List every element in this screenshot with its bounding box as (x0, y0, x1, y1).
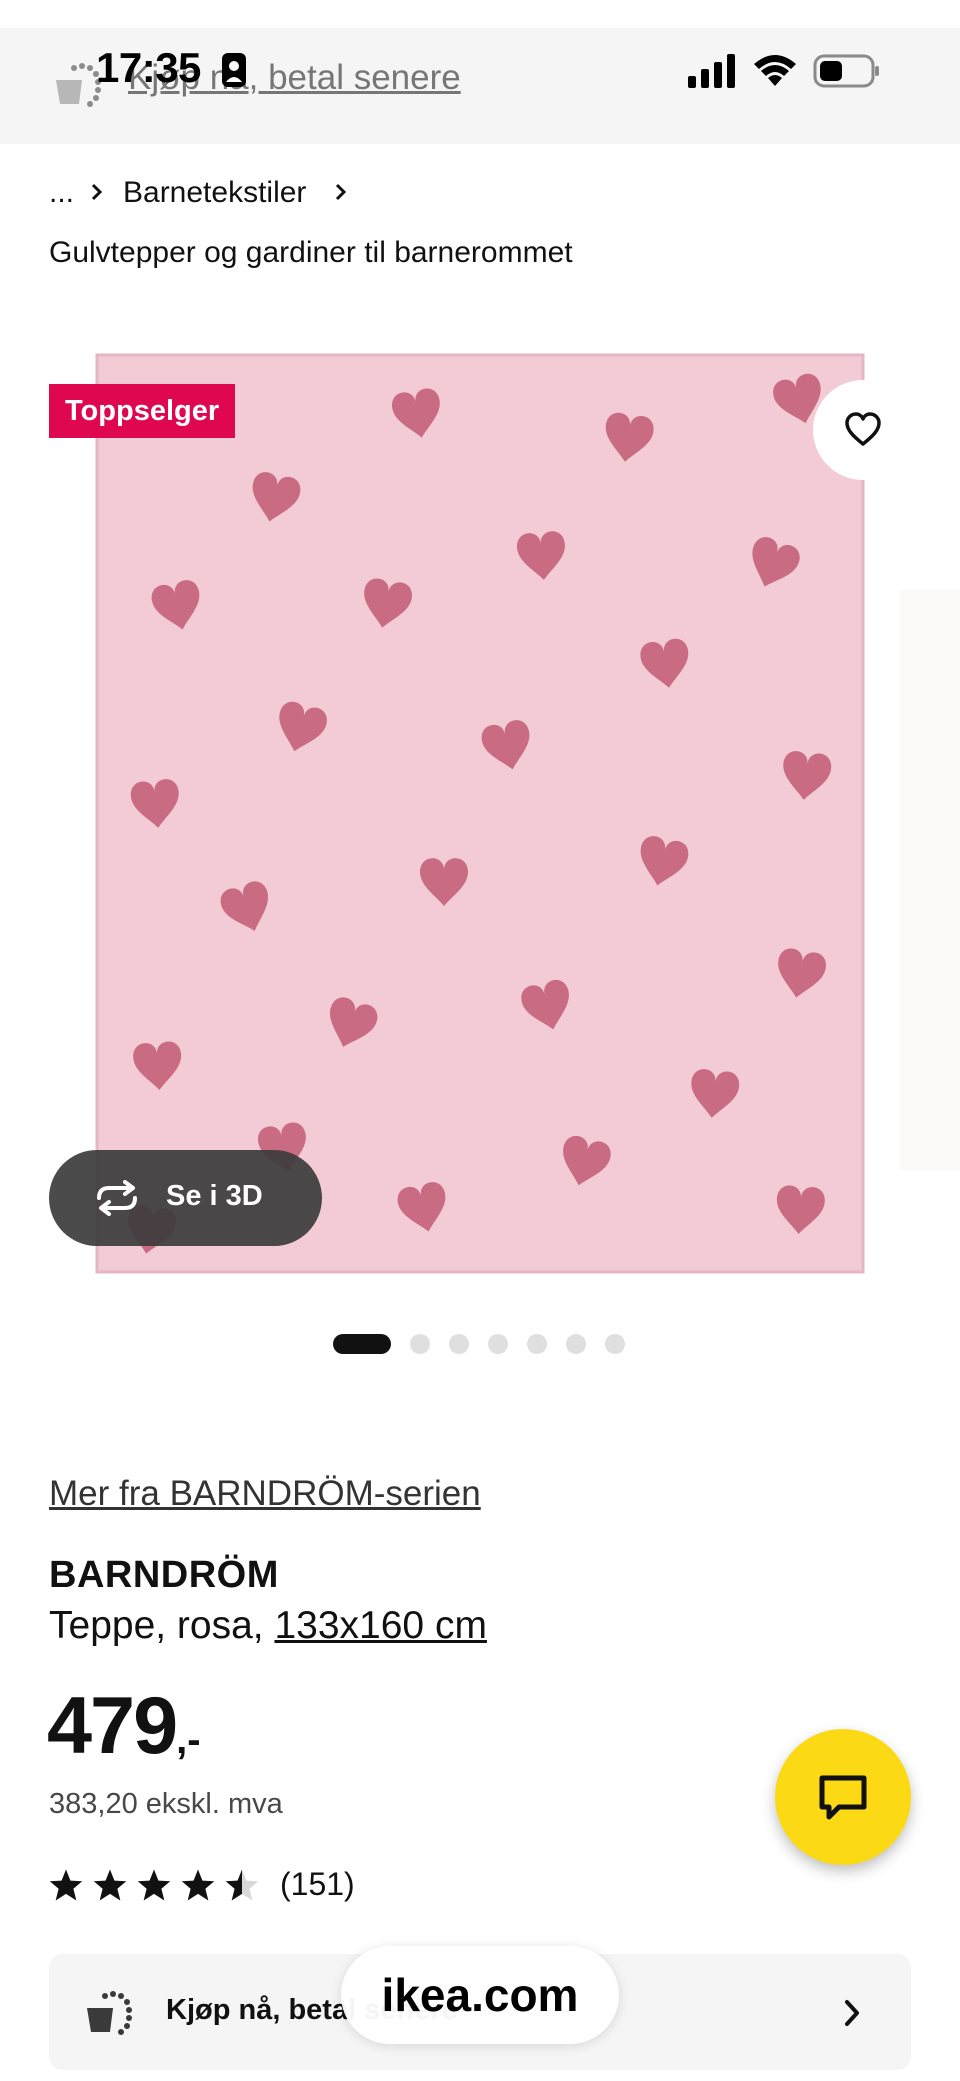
chevron-right-icon (845, 2000, 859, 2026)
series-link[interactable]: Mer fra BARNDRÖM-serien (49, 1474, 481, 1514)
battery-icon (813, 54, 879, 88)
price-suffix: ,- (176, 1718, 201, 1762)
breadcrumb-ellipsis[interactable]: ... (49, 176, 74, 210)
price-ex-vat: 383,20 ekskl. mva (49, 1788, 283, 1820)
image-carousel-indicator (333, 1334, 625, 1354)
star-icon (137, 1869, 171, 1901)
signal-icon (688, 54, 735, 88)
carousel-dot[interactable] (488, 1334, 508, 1354)
rotate-3d-icon (97, 1180, 137, 1216)
star-half-icon (225, 1869, 259, 1901)
product-description: Teppe, rosa, 133x160 cm (49, 1604, 487, 1648)
carousel-dot[interactable] (410, 1334, 430, 1354)
star-icon (93, 1869, 127, 1901)
shopping-bag-icon (87, 1991, 132, 2035)
chevron-right-icon (91, 183, 103, 201)
person-icon (222, 53, 246, 87)
carousel-dot[interactable] (333, 1334, 391, 1354)
carousel-dot[interactable] (605, 1334, 625, 1354)
favorite-button[interactable] (813, 380, 913, 480)
size-link[interactable]: 133x160 cm (274, 1604, 486, 1647)
top-seller-badge: Toppselger (49, 384, 236, 438)
view-in-3d-button[interactable]: Se i 3D (49, 1150, 322, 1246)
chat-button[interactable] (775, 1729, 911, 1865)
status-time: 17:35 (96, 44, 201, 91)
address-bar[interactable]: ikea.com (341, 1946, 619, 2044)
heart-outline-icon (845, 412, 881, 446)
carousel-dot[interactable] (527, 1334, 547, 1354)
star-icon (181, 1869, 215, 1901)
breadcrumb-link-barnetekstiler[interactable]: Barnetekstiler (123, 176, 306, 210)
carousel-dot[interactable] (566, 1334, 586, 1354)
chat-bubble-icon (819, 1775, 867, 1820)
chevron-right-icon (335, 183, 347, 201)
price-integer: 479 (47, 1681, 178, 1771)
product-desc-text: Teppe, rosa, (49, 1604, 275, 1647)
review-count[interactable]: (151) (280, 1866, 355, 1903)
product-name: BARNDRÖM (49, 1554, 279, 1596)
rating-stars[interactable] (48, 1868, 260, 1902)
carousel-dot[interactable] (449, 1334, 469, 1354)
price: 479,- (47, 1686, 201, 1767)
sub-category-heading[interactable]: Gulvtepper og gardiner til barnerommet (49, 236, 573, 270)
star-icon (49, 1869, 83, 1901)
view-in-3d-label: Se i 3D (166, 1180, 263, 1212)
wifi-icon (754, 55, 796, 86)
